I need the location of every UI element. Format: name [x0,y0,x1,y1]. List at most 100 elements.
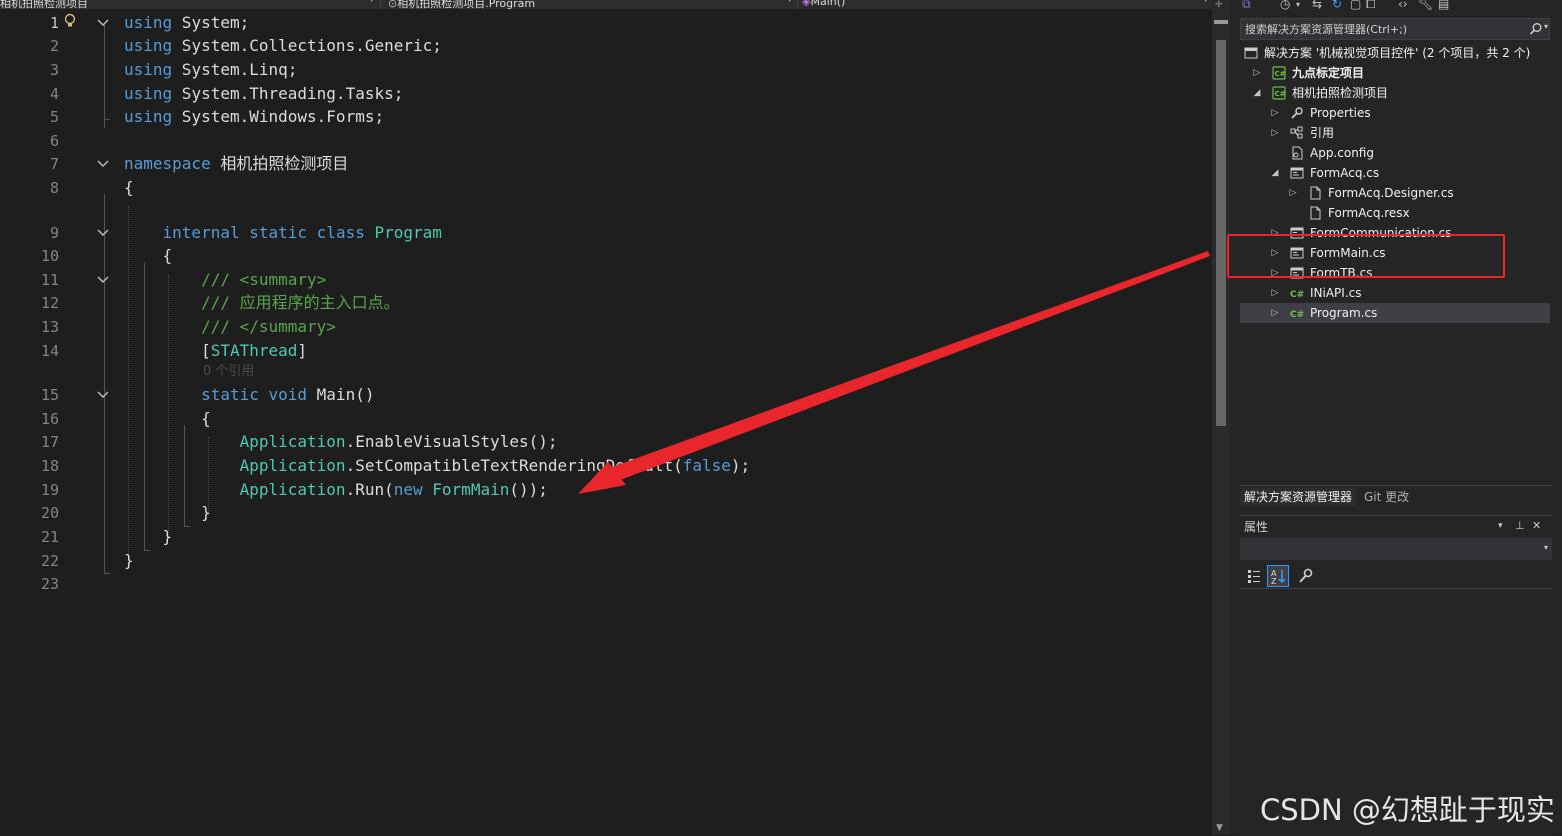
form-icon [1290,167,1304,179]
code-token: FormMain [432,480,510,499]
svg-text:C#: C# [1275,70,1286,78]
tree-item-label: Properties [1310,106,1371,120]
code-editor[interactable]: 1 using System; 2 using System.Collections.… [0,9,1212,835]
code-text: Application.SetCompatibleTextRenderingDe… [124,454,751,478]
tree-item-label: FormAcq.Designer.cs [1328,186,1454,200]
close-icon[interactable]: ✕ [1532,519,1541,532]
line-number: 7 [49,155,59,173]
chevron-down-icon[interactable]: ▾ [1498,521,1503,531]
vs-icon[interactable]: ⧉ [1242,0,1251,12]
class-dropdown[interactable]: ⊙相机拍照检测项目.Program ▾ [388,0,794,9]
code-token: Main() [307,385,375,404]
expanded-arrow-icon[interactable]: ◢ [1270,163,1280,183]
code-token: class [316,223,365,242]
solution-node[interactable]: 解决方案 '机械视觉项目控件' (2 个项目，共 2 个) [1240,43,1550,63]
collapsed-arrow-icon[interactable]: ▷ [1270,303,1280,323]
tree-item[interactable]: ◢ C# 相机拍照检测项目 [1240,83,1550,103]
class-dropdown-label: 相机拍照检测项目.Program [397,0,536,9]
code-text: { [124,407,211,431]
lightbulb-icon[interactable] [62,13,78,29]
code-token: /// </summary> [201,317,336,336]
expanded-arrow-icon[interactable]: ◢ [1252,83,1262,103]
sync-icon[interactable]: ⇆ [1312,0,1322,11]
tab-git-changes[interactable]: Git 更改 [1360,488,1413,506]
tree-item[interactable]: ◢ FormAcq.cs [1240,163,1550,183]
preview-icon[interactable]: ▤ [1438,0,1449,11]
code-token: { [124,409,211,428]
code-text: using System.Linq; [124,58,297,82]
code-view-icon[interactable]: ‹› [1398,0,1408,11]
pin-icon[interactable]: ⊥ [1515,519,1525,532]
line-number: 17 [40,433,59,451]
code-token: static [249,223,308,242]
csharp-project-icon: C# [1272,66,1286,80]
copy-icon[interactable]: ⧠ [1366,0,1376,12]
tree-item[interactable]: ▷ FormAcq.Designer.cs [1240,183,1550,203]
wrench-icon[interactable]: 🔧︎ [1418,0,1433,11]
code-token: } [124,551,134,570]
collapsed-arrow-icon[interactable]: ▷ [1270,123,1280,143]
fold-chevron-icon[interactable] [96,157,110,171]
code-text: { [124,244,173,268]
object-selector-dropdown[interactable]: ▾ [1240,538,1552,560]
scrollbar-thumb[interactable] [1216,40,1226,426]
tree-item-label: Program.cs [1310,306,1378,320]
fold-chevron-icon[interactable] [96,388,110,402]
alphabetical-icon[interactable]: A Z [1267,565,1289,587]
tree-item-label: App.config [1310,146,1374,160]
property-pages-icon[interactable] [1296,566,1316,586]
tree-item[interactable]: ▷ C# INiAPI.cs [1240,283,1550,303]
scroll-down-icon[interactable]: ▼ [1216,823,1223,833]
solution-explorer-search[interactable]: ▾ [1240,18,1550,40]
tree-item-label: 引用 [1310,126,1335,140]
line-number: 14 [40,342,59,360]
collapsed-arrow-icon[interactable]: ▷ [1252,63,1262,83]
svg-text:C#: C# [1290,310,1304,320]
tree-item[interactable]: ▷ C# 九点标定项目 [1240,63,1550,83]
fold-chevron-icon[interactable] [96,273,110,287]
tree-item[interactable]: ▷ 引用 [1240,123,1550,143]
code-token: 相机拍照检测项目 [210,154,349,173]
collapsed-arrow-icon[interactable]: ▷ [1288,183,1298,203]
guide-tick [104,573,110,574]
code-token: System.Threading.Tasks; [172,84,404,103]
fold-chevron-icon[interactable] [96,16,110,30]
tree-item[interactable]: ▷ C# Program.cs [1240,303,1550,323]
code-text: { [124,176,134,200]
code-token: Application [239,480,346,499]
tree-item[interactable]: FormAcq.resx [1240,203,1550,223]
fold-chevron-icon[interactable] [96,226,110,240]
solution-icon [1244,47,1258,59]
categorized-icon[interactable] [1244,566,1264,586]
code-token: using [124,107,173,126]
collapsed-arrow-icon[interactable]: ▷ [1270,103,1280,123]
code-text: } [124,501,211,525]
chevron-down-icon[interactable]: ▾ [1544,22,1548,31]
collapse-icon[interactable]: ▢ [1350,0,1361,11]
line-number: 3 [49,61,59,79]
codelens-references[interactable]: 0 个引用 [203,364,254,380]
code-token: using [124,36,173,55]
code-token: Application [239,432,346,451]
member-dropdown[interactable]: ◈Main() ▾ [802,0,1210,9]
search-icon[interactable] [1529,22,1543,36]
tree-item[interactable]: App.config [1240,143,1550,163]
chevron-down-icon[interactable]: ▾ [1296,0,1300,9]
scroll-split-icon[interactable]: ✛ [1215,0,1223,10]
editor-scrollbar[interactable]: ✛ ▼ [1212,0,1230,835]
project-dropdown[interactable]: 相机拍照检测项目 ▾ [0,0,376,9]
chevron-down-icon: ▾ [1543,543,1548,552]
properties-title: 属性 [1244,520,1269,534]
tab-solution-explorer[interactable]: 解决方案资源管理器 [1240,488,1357,506]
history-icon[interactable]: ◷ [1280,0,1290,11]
refresh-icon[interactable]: ↻ [1332,0,1342,11]
collapsed-arrow-icon[interactable]: ▷ [1270,283,1280,303]
highlight-box [1227,234,1505,278]
tree-item[interactable]: ▷ Properties [1240,103,1550,123]
code-text: namespace 相机拍照检测项目 [124,152,348,176]
search-input[interactable] [1245,21,1515,37]
